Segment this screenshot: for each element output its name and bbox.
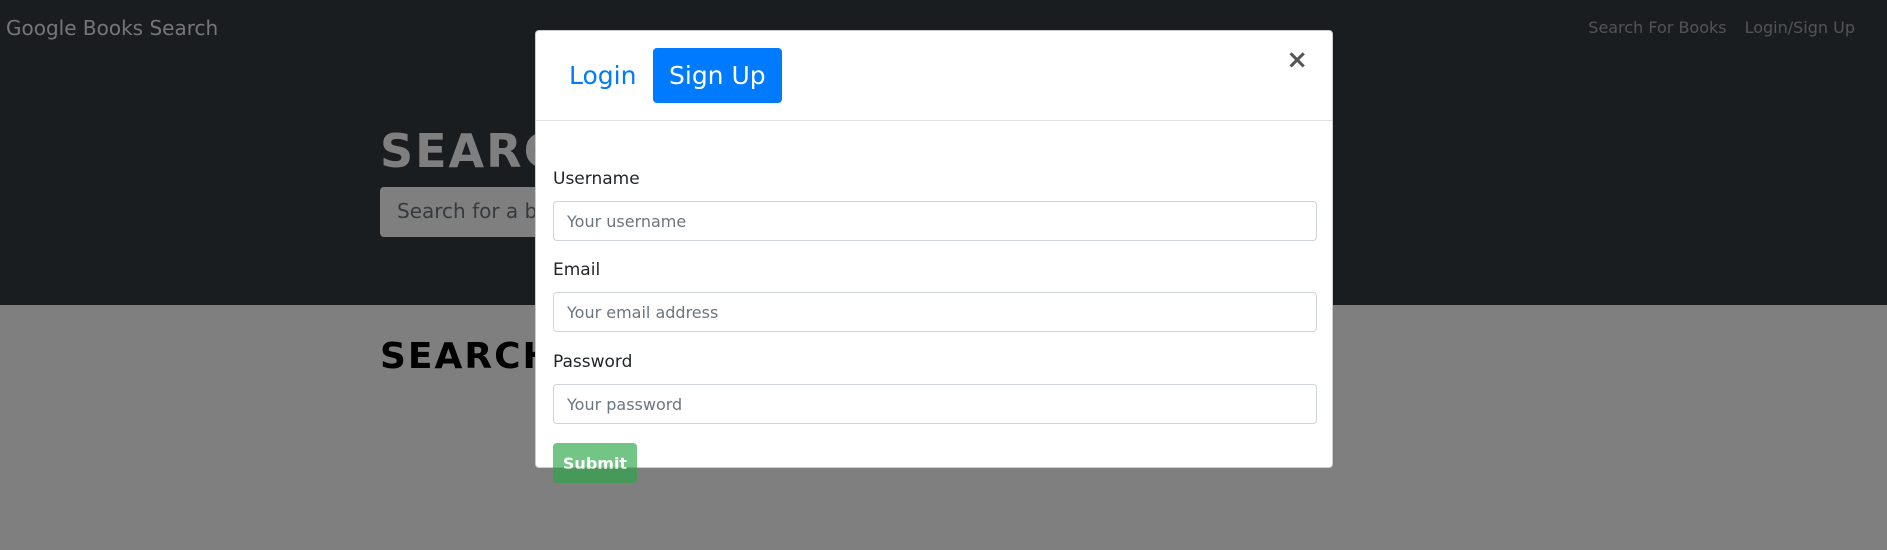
password-input[interactable] bbox=[553, 384, 1317, 424]
modal-header: Login Sign Up × bbox=[536, 31, 1332, 121]
password-label: Password bbox=[553, 352, 633, 372]
signup-modal: Login Sign Up × Username Email Password … bbox=[535, 30, 1333, 483]
tab-login[interactable]: Login bbox=[553, 48, 652, 103]
email-input[interactable] bbox=[553, 292, 1317, 332]
close-icon[interactable]: × bbox=[1286, 47, 1308, 73]
submit-button[interactable]: Submit bbox=[553, 443, 637, 483]
page: Google Books Search Search For Books Log… bbox=[0, 0, 1887, 550]
username-label: Username bbox=[553, 169, 640, 189]
tab-signup[interactable]: Sign Up bbox=[653, 48, 782, 103]
email-label: Email bbox=[553, 260, 601, 280]
username-input[interactable] bbox=[553, 201, 1317, 241]
